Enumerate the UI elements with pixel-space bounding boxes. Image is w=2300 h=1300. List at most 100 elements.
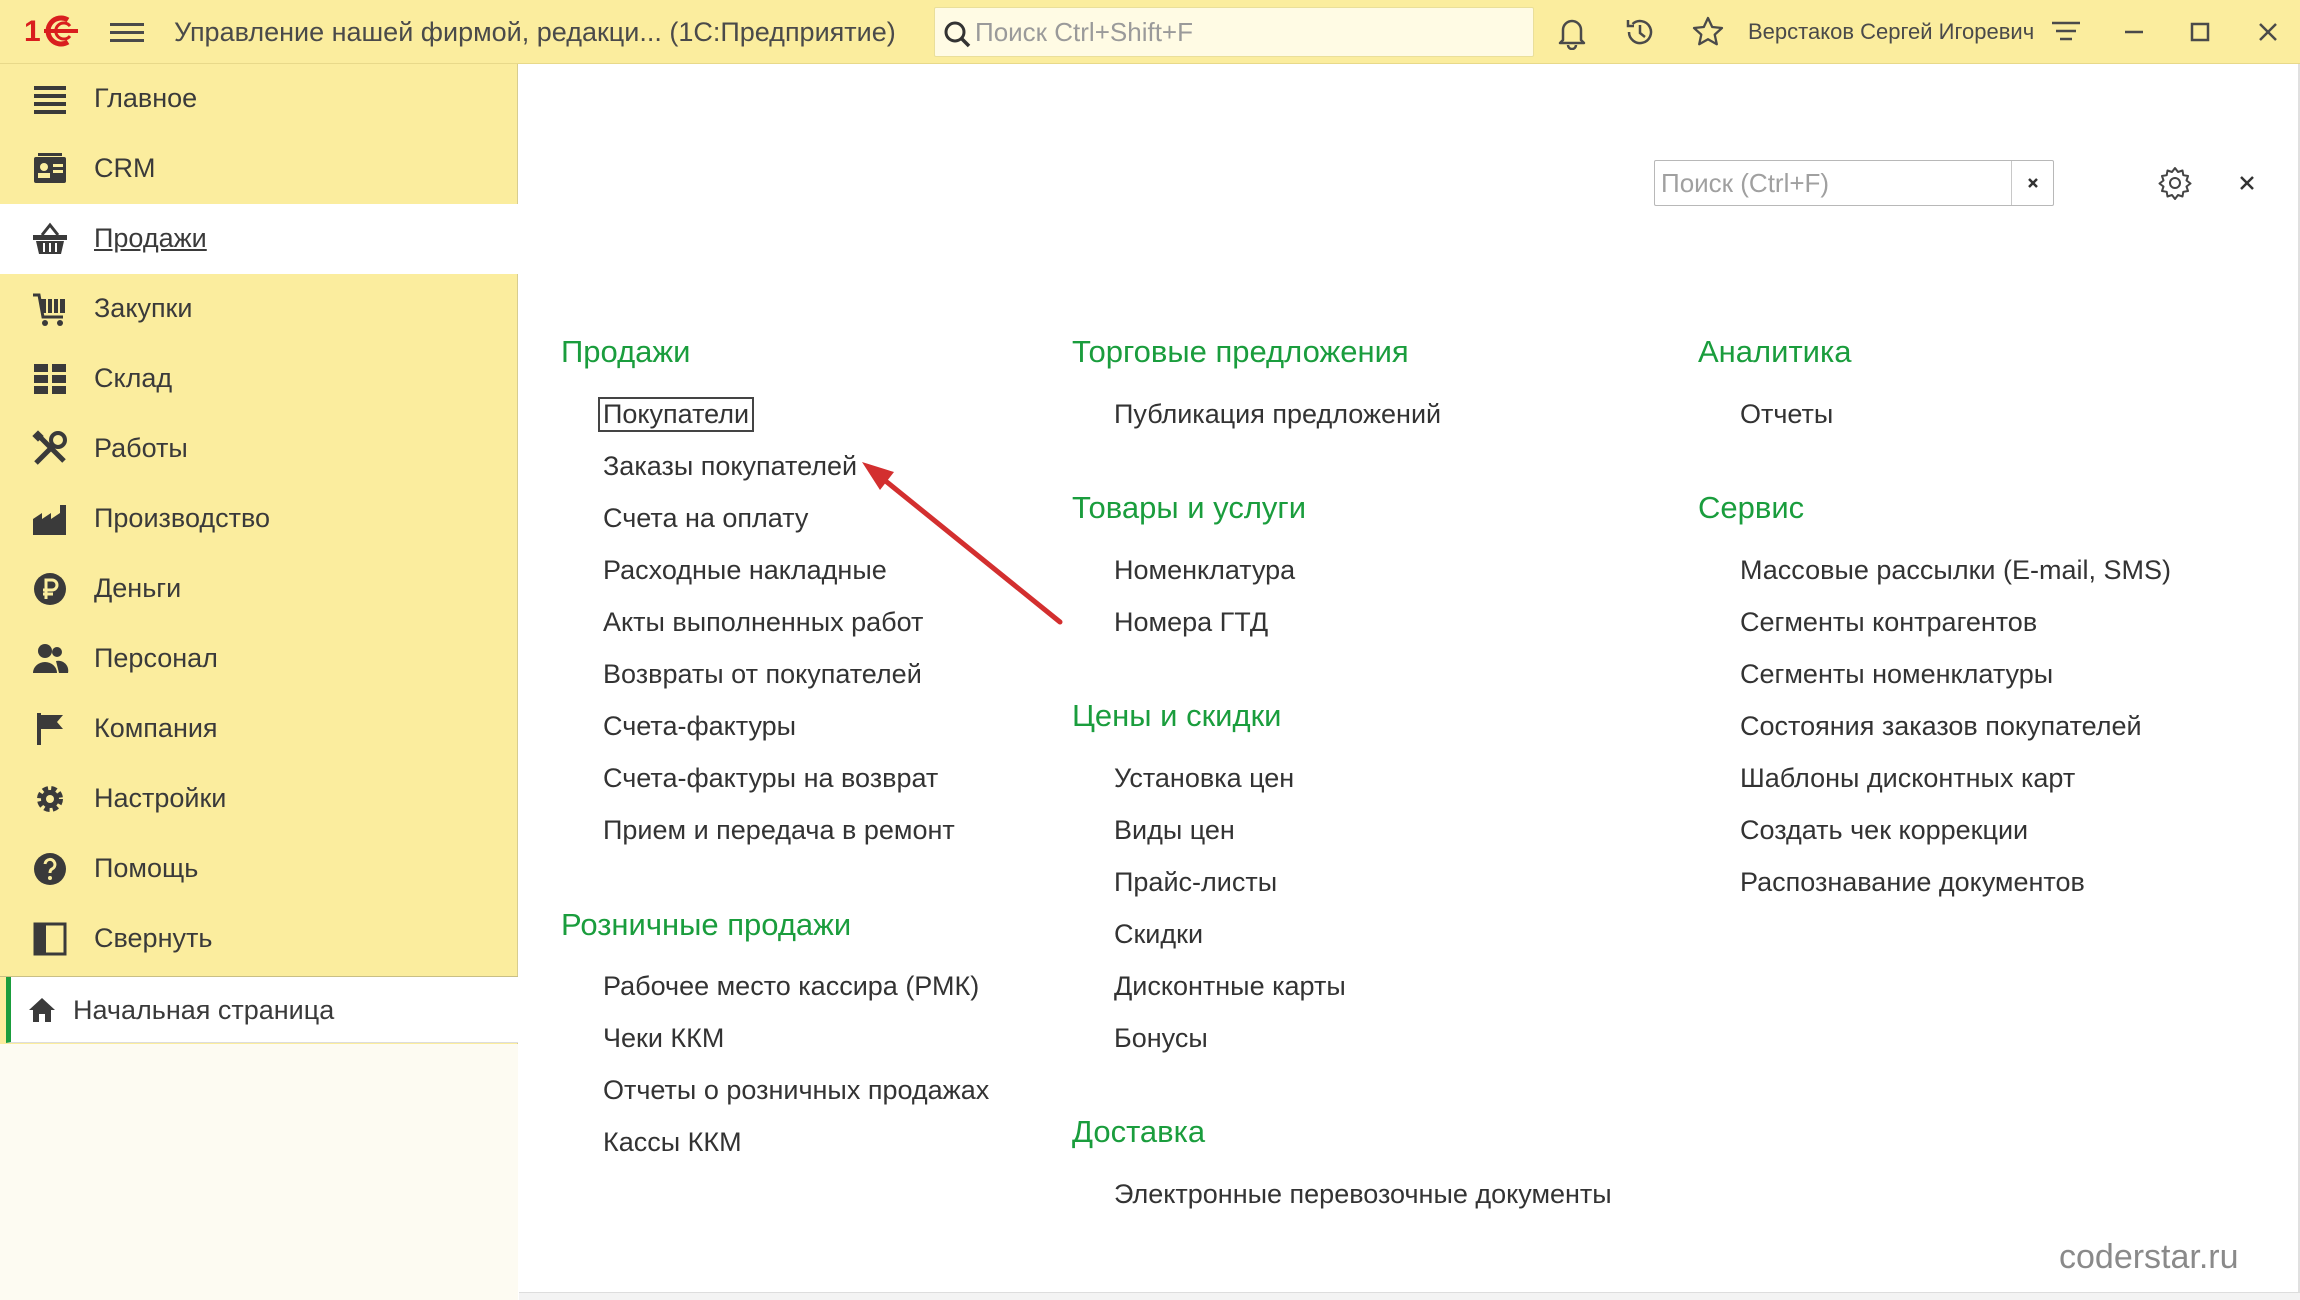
section-label: Свернуть: [94, 923, 213, 953]
link-discount-cards[interactable]: Дисконтные карты: [1114, 971, 1346, 1002]
section-warehouse[interactable]: Склад: [0, 344, 518, 414]
link-gtd-numbers[interactable]: Номера ГТД: [1114, 607, 1268, 638]
home-tab-label: Начальная страница: [73, 995, 335, 1025]
flag-icon: [37, 713, 63, 745]
section-purchases[interactable]: Закупки: [0, 274, 518, 344]
open-windows-area: [0, 1044, 518, 1300]
section-label: Деньги: [94, 573, 182, 603]
section-collapse[interactable]: Свернуть: [0, 904, 518, 974]
section-label: Персонал: [94, 643, 218, 673]
annotation-arrow-icon: [862, 462, 1063, 625]
warehouse-grid-icon: [34, 364, 66, 394]
star-icon[interactable]: [1690, 14, 1726, 50]
list-icon: [34, 86, 66, 114]
section-production[interactable]: Производство: [0, 484, 518, 554]
section-label: CRM: [94, 153, 156, 183]
functions-menu-icon[interactable]: [2048, 14, 2084, 50]
search-icon: [944, 21, 971, 48]
section-label: Настройки: [94, 783, 227, 813]
section-main[interactable]: Главное: [0, 64, 518, 134]
group-title-service: Сервис: [1698, 490, 1805, 525]
global-search[interactable]: [934, 7, 1534, 57]
link-kkm-registers[interactable]: Кассы ККМ: [603, 1127, 742, 1158]
factory-icon: [33, 505, 66, 535]
link-set-prices[interactable]: Установка цен: [1114, 763, 1294, 794]
search-clear-button[interactable]: [2011, 161, 2053, 205]
link-sales-invoices[interactable]: Расходные накладные: [603, 555, 887, 586]
sections-panel: Главное CRM Продажи Закупки Склад Работы…: [0, 64, 518, 1300]
section-money[interactable]: Деньги: [0, 554, 518, 624]
link-correction-receipt[interactable]: Создать чек коррекции: [1740, 815, 2028, 846]
link-cashier-workplace[interactable]: Рабочее место кассира (РМК): [603, 971, 979, 1002]
user-name[interactable]: Верстаков Сергей Игоревич: [1748, 19, 2034, 45]
section-settings[interactable]: Настройки: [0, 764, 518, 834]
link-mass-mailing[interactable]: Массовые рассылки (E-mail, SMS): [1740, 555, 2171, 586]
link-publish-offers[interactable]: Публикация предложений: [1114, 399, 1441, 430]
section-sales[interactable]: Продажи: [0, 204, 518, 274]
section-label: Работы: [94, 433, 188, 463]
svg-text:1: 1: [24, 15, 41, 48]
link-electronic-waybills[interactable]: Электронные перевозочные документы: [1114, 1179, 1612, 1210]
link-price-types[interactable]: Виды цен: [1114, 815, 1235, 846]
clear-icon: [2028, 178, 2038, 188]
link-customers[interactable]: Покупатели: [597, 397, 755, 432]
gear-icon: [37, 786, 63, 812]
link-nomenclature-segments[interactable]: Сегменты номенклатуры: [1740, 659, 2053, 690]
cart-icon: [33, 293, 65, 326]
link-return-tax-invoices[interactable]: Счета-фактуры на возврат: [603, 763, 938, 794]
link-reports[interactable]: Отчеты: [1740, 399, 1833, 430]
close-window-icon[interactable]: [2250, 14, 2286, 50]
section-staff[interactable]: Персонал: [0, 624, 518, 694]
section-works[interactable]: Работы: [0, 414, 518, 484]
link-retail-reports[interactable]: Отчеты о розничных продажах: [603, 1075, 989, 1106]
section-crm[interactable]: CRM: [0, 134, 518, 204]
1c-logo-icon[interactable]: 1: [24, 14, 82, 48]
minimize-icon[interactable]: [2116, 14, 2152, 50]
link-customer-returns[interactable]: Возвраты от покупателей: [603, 659, 922, 690]
main-menu-icon[interactable]: [110, 18, 144, 46]
link-kkm-receipts[interactable]: Чеки ККМ: [603, 1023, 724, 1054]
link-nomenclature[interactable]: Номенклатура: [1114, 555, 1295, 586]
ruble-icon: [34, 573, 66, 605]
panel-search-input[interactable]: [1659, 166, 2009, 200]
link-repair-transfer[interactable]: Прием и передача в ремонт: [603, 815, 955, 846]
home-icon: [29, 998, 55, 1022]
help-icon: [34, 853, 66, 885]
tools-icon: [32, 430, 67, 465]
contact-card-icon: [34, 153, 66, 183]
panel-close-icon[interactable]: [2233, 169, 2261, 197]
global-search-input[interactable]: [973, 14, 1523, 50]
group-title-offers: Торговые предложения: [1072, 334, 1409, 369]
people-icon: [33, 644, 69, 673]
maximize-icon[interactable]: [2182, 14, 2218, 50]
panel-settings-icon[interactable]: [2157, 165, 2193, 201]
history-icon[interactable]: [1622, 14, 1658, 50]
link-counterparty-segments[interactable]: Сегменты контрагентов: [1740, 607, 2037, 638]
panel-search[interactable]: [1654, 160, 2054, 206]
group-title-delivery: Доставка: [1072, 1114, 1206, 1149]
group-title-goods: Товары и услуги: [1072, 490, 1307, 525]
section-label: Помощь: [94, 853, 199, 883]
link-tax-invoices[interactable]: Счета-фактуры: [603, 711, 796, 742]
section-label: Продажи: [94, 223, 207, 253]
section-label: Главное: [94, 83, 198, 113]
link-invoices-for-payment[interactable]: Счета на оплату: [603, 503, 808, 534]
link-customer-orders[interactable]: Заказы покупателей: [603, 451, 857, 482]
bell-icon[interactable]: [1554, 14, 1590, 50]
link-bonuses[interactable]: Бонусы: [1114, 1023, 1208, 1054]
section-label: Производство: [94, 503, 271, 533]
section-company[interactable]: Компания: [0, 694, 518, 764]
tab-home-page[interactable]: Начальная страница: [6, 977, 518, 1043]
group-title-prices: Цены и скидки: [1072, 698, 1282, 733]
section-label: Закупки: [94, 293, 193, 323]
section-help[interactable]: Помощь: [0, 834, 518, 904]
section-label: Склад: [94, 363, 173, 393]
link-document-recognition[interactable]: Распознавание документов: [1740, 867, 2085, 898]
group-title-analytics: Аналитика: [1698, 334, 1852, 369]
watermark: coderstar.ru: [2059, 1238, 2239, 1276]
collapse-panel-icon: [33, 922, 67, 956]
link-price-lists[interactable]: Прайс-листы: [1114, 867, 1277, 898]
link-discounts[interactable]: Скидки: [1114, 919, 1203, 950]
link-discount-card-templates[interactable]: Шаблоны дисконтных карт: [1740, 763, 2075, 794]
link-order-statuses[interactable]: Состояния заказов покупателей: [1740, 711, 2142, 742]
